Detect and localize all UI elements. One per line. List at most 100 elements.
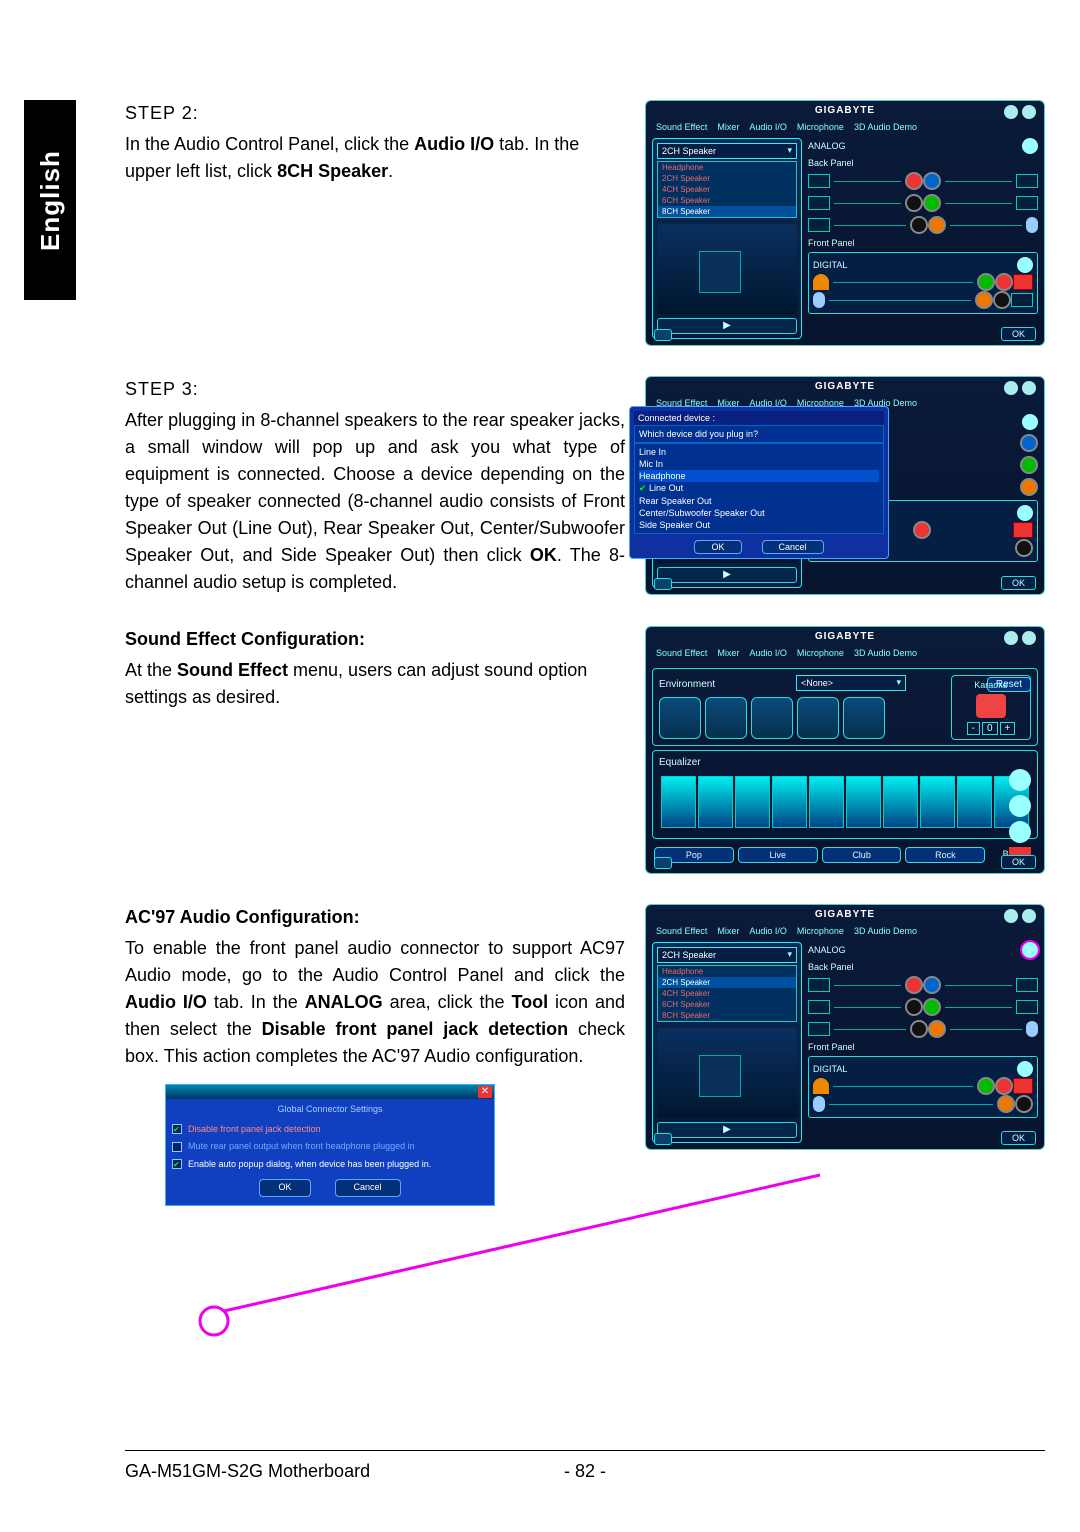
- eq-slider[interactable]: [957, 776, 992, 828]
- info-button[interactable]: [654, 1133, 672, 1145]
- tab-3d-demo[interactable]: 3D Audio Demo: [854, 122, 917, 132]
- plug-grey[interactable]: [910, 216, 928, 234]
- gear-icon[interactable]: [1022, 942, 1038, 958]
- dev-center-sub-out[interactable]: Center/Subwoofer Speaker Out: [639, 507, 879, 519]
- env-preset-icon[interactable]: [659, 697, 701, 739]
- tab-mixer[interactable]: Mixer: [717, 122, 739, 132]
- gear-icon[interactable]: [1022, 414, 1038, 430]
- opt-headphone[interactable]: Headphone: [658, 162, 796, 173]
- env-preset-icon[interactable]: [843, 697, 885, 739]
- help-icon[interactable]: [1022, 105, 1036, 119]
- popup-ok-button[interactable]: OK: [694, 540, 741, 554]
- plug-blue[interactable]: [923, 976, 941, 994]
- dev-headphone[interactable]: Headphone: [639, 470, 879, 482]
- tab-mixer[interactable]: Mixer: [717, 648, 739, 658]
- plug-hp[interactable]: [977, 1077, 995, 1095]
- tab-audio-io[interactable]: Audio I/O: [749, 926, 787, 936]
- popup-cancel-button[interactable]: Cancel: [762, 540, 824, 554]
- tab-sound-effect[interactable]: Sound Effect: [656, 648, 707, 658]
- checkbox-disable-jack-detect[interactable]: [172, 1124, 182, 1134]
- plug-opt[interactable]: [1015, 539, 1033, 557]
- eq-slider[interactable]: [846, 776, 881, 828]
- ok-button[interactable]: OK: [1001, 576, 1036, 590]
- gear-icon[interactable]: [1017, 505, 1033, 521]
- plug-orange[interactable]: [928, 216, 946, 234]
- plug-grey[interactable]: [910, 1020, 928, 1038]
- play-button[interactable]: [657, 567, 797, 583]
- plug-blue[interactable]: [1020, 434, 1038, 452]
- help-icon[interactable]: [1022, 381, 1036, 395]
- gear-icon[interactable]: [1017, 257, 1033, 273]
- tab-sound-effect[interactable]: Sound Effect: [656, 122, 707, 132]
- opt-2ch[interactable]: 2CH Speaker: [658, 173, 796, 184]
- eq-slider[interactable]: [772, 776, 807, 828]
- opt-6ch[interactable]: 6CH Speaker: [658, 999, 796, 1010]
- plug-spdif[interactable]: [913, 521, 931, 539]
- plug-opt[interactable]: [1015, 1095, 1033, 1113]
- dialog-ok-button[interactable]: OK: [259, 1179, 310, 1197]
- close-icon[interactable]: ✕: [478, 1086, 492, 1098]
- help-icon[interactable]: [1022, 909, 1036, 923]
- plug-red[interactable]: [905, 976, 923, 994]
- eq-slider[interactable]: [698, 776, 733, 828]
- tab-3d-demo[interactable]: 3D Audio Demo: [854, 648, 917, 658]
- plug-hp[interactable]: [977, 273, 995, 291]
- minimize-icon[interactable]: [1004, 381, 1018, 395]
- ok-button[interactable]: OK: [1001, 1131, 1036, 1145]
- key-down-button[interactable]: -: [967, 722, 980, 735]
- opt-6ch[interactable]: 6CH Speaker: [658, 195, 796, 206]
- plug-green[interactable]: [1020, 456, 1038, 474]
- dialog-cancel-button[interactable]: Cancel: [335, 1179, 401, 1197]
- preset-live[interactable]: Live: [738, 847, 818, 863]
- eq-slider[interactable]: [735, 776, 770, 828]
- ok-button[interactable]: OK: [1001, 327, 1036, 341]
- help-icon[interactable]: [1022, 631, 1036, 645]
- tab-sound-effect[interactable]: Sound Effect: [656, 926, 707, 936]
- dev-mic-in[interactable]: Mic In: [639, 458, 879, 470]
- eq-slider[interactable]: [883, 776, 918, 828]
- opt-8ch[interactable]: 8CH Speaker: [658, 1010, 796, 1021]
- plug-blue[interactable]: [923, 172, 941, 190]
- minimize-icon[interactable]: [1004, 909, 1018, 923]
- info-button[interactable]: [654, 578, 672, 590]
- karaoke-icon[interactable]: [976, 694, 1006, 718]
- tab-audio-io[interactable]: Audio I/O: [749, 648, 787, 658]
- eq-slider[interactable]: [809, 776, 844, 828]
- eq-power-icon[interactable]: [1009, 821, 1031, 843]
- tab-microphone[interactable]: Microphone: [797, 926, 844, 936]
- gear-icon[interactable]: [1017, 1061, 1033, 1077]
- play-button[interactable]: [657, 1122, 797, 1138]
- plug-mic[interactable]: [975, 291, 993, 309]
- info-button[interactable]: [654, 857, 672, 869]
- minimize-icon[interactable]: [1004, 631, 1018, 645]
- dev-line-out[interactable]: Line Out: [639, 482, 879, 495]
- eq-reset-icon[interactable]: [1009, 795, 1031, 817]
- plug-orange[interactable]: [928, 1020, 946, 1038]
- eq-save-icon[interactable]: [1009, 769, 1031, 791]
- opt-4ch[interactable]: 4CH Speaker: [658, 184, 796, 195]
- info-button[interactable]: [654, 329, 672, 341]
- checkbox-auto-popup[interactable]: [172, 1159, 182, 1169]
- dev-side-out[interactable]: Side Speaker Out: [639, 519, 879, 531]
- opt-8ch[interactable]: 8CH Speaker: [658, 206, 796, 217]
- plug-spdif[interactable]: [995, 273, 1013, 291]
- key-up-button[interactable]: +: [1000, 722, 1016, 735]
- dev-line-in[interactable]: Line In: [639, 446, 879, 458]
- plug-black[interactable]: [905, 194, 923, 212]
- play-button[interactable]: [657, 318, 797, 334]
- plug-spdif[interactable]: [995, 1077, 1013, 1095]
- checkbox-mute-rear[interactable]: [172, 1142, 182, 1152]
- env-preset-icon[interactable]: [751, 697, 793, 739]
- ok-button[interactable]: OK: [1001, 855, 1036, 869]
- tab-mixer[interactable]: Mixer: [717, 926, 739, 936]
- gear-icon[interactable]: [1022, 138, 1038, 154]
- eq-slider[interactable]: [661, 776, 696, 828]
- environment-dropdown[interactable]: <None>: [796, 675, 906, 691]
- plug-mic[interactable]: [997, 1095, 1015, 1113]
- eq-slider[interactable]: [920, 776, 955, 828]
- speaker-dropdown[interactable]: 2CH Speaker: [657, 947, 797, 963]
- preset-club[interactable]: Club: [822, 847, 902, 863]
- plug-green[interactable]: [923, 194, 941, 212]
- minimize-icon[interactable]: [1004, 105, 1018, 119]
- plug-orange[interactable]: [1020, 478, 1038, 496]
